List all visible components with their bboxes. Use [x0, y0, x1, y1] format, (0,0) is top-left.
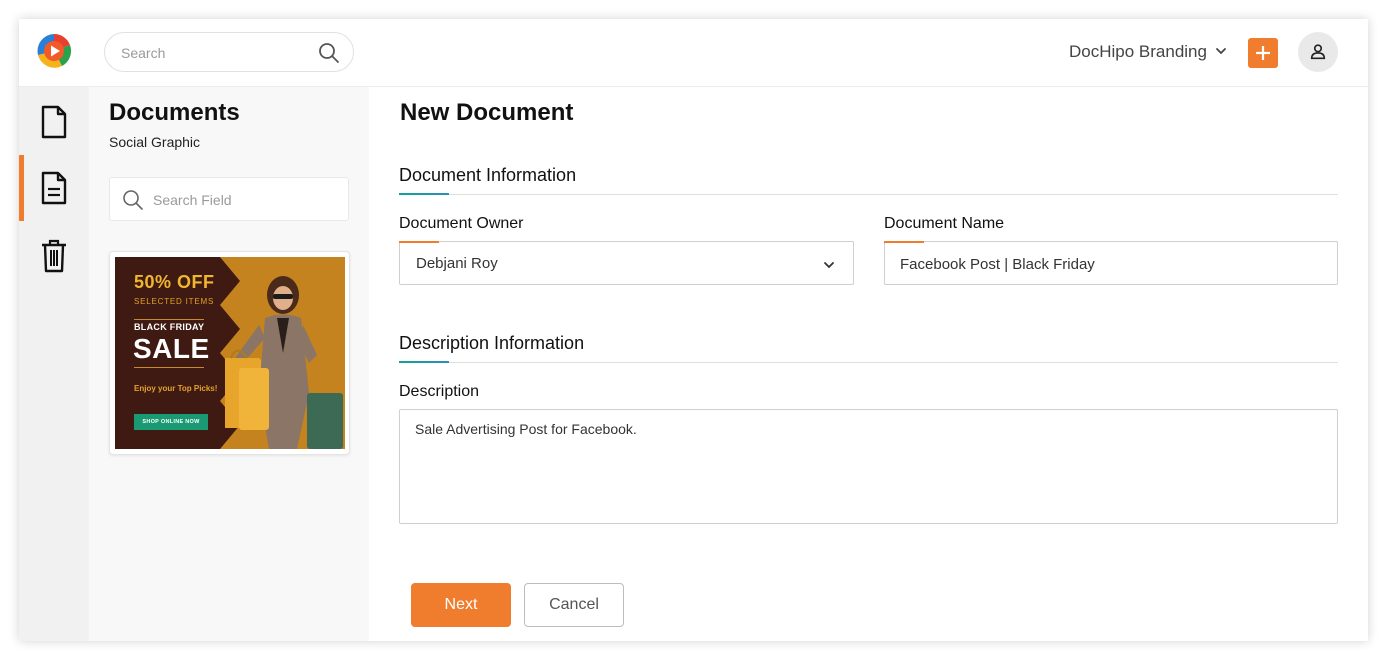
trash-icon: [42, 239, 66, 273]
thumbnail-cta: SHOP ONLINE NOW: [134, 414, 208, 430]
thumbnail-tagline: Enjoy your Top Picks!: [134, 384, 218, 393]
top-bar: DocHipo Branding: [19, 19, 1368, 87]
rail-item-documents[interactable]: [19, 89, 89, 155]
section-title: Document Information: [399, 165, 577, 185]
app-window: DocHipo Branding: [19, 19, 1368, 641]
panel-subtitle: Social Graphic: [109, 134, 201, 150]
owner-value: Debjani Roy: [416, 255, 498, 272]
user-icon: [1310, 44, 1326, 60]
next-button[interactable]: Next: [411, 583, 511, 627]
search-input[interactable]: [121, 42, 311, 64]
thumbnail-subline: SELECTED ITEMS: [134, 297, 215, 306]
thumbnail-tag: BLACK FRIDAY: [134, 322, 205, 332]
description-field: Sale Advertising Post for Facebook.: [399, 409, 1338, 524]
shopper-illustration: [223, 263, 345, 449]
new-document-form: New Document Document Information Docume…: [369, 87, 1368, 641]
document-owner-select[interactable]: Debjani Roy: [399, 241, 854, 285]
document-icon: [41, 105, 67, 139]
thumbnail-big-text: SALE: [133, 333, 210, 364]
owner-label: Document Owner: [399, 215, 524, 232]
rail-item-trash[interactable]: [19, 223, 89, 289]
search-icon[interactable]: [318, 42, 340, 64]
page-title: New Document: [400, 99, 574, 126]
workspace-dropdown[interactable]: DocHipo Branding: [1069, 41, 1227, 63]
chevron-down-icon: [823, 258, 835, 270]
documents-panel: Documents Social Graphic Search Field 50…: [89, 87, 369, 641]
rail-item-templates[interactable]: [19, 155, 89, 221]
section-document-information: Document Information: [399, 165, 1338, 195]
section-title: Description Information: [399, 333, 585, 353]
document-thumbnail-card[interactable]: 50% OFF SELECTED ITEMS BLACK FRIDAY SALE…: [109, 251, 350, 455]
section-description-information: Description Information: [399, 333, 1338, 363]
description-label: Description: [399, 383, 480, 400]
workspace-name: DocHipo Branding: [1069, 42, 1207, 61]
dochipo-logo-icon[interactable]: [35, 32, 73, 70]
document-lines-icon: [41, 171, 67, 205]
cancel-button[interactable]: Cancel: [524, 583, 624, 627]
top-search-bar: [104, 32, 354, 72]
document-name-field: [884, 241, 1338, 285]
search-field-input[interactable]: [153, 189, 333, 211]
add-button[interactable]: [1248, 38, 1278, 68]
plus-icon: [1256, 46, 1270, 60]
document-thumbnail: 50% OFF SELECTED ITEMS BLACK FRIDAY SALE…: [115, 257, 345, 449]
search-icon: [122, 189, 144, 211]
panel-title: Documents: [109, 99, 240, 126]
name-label: Document Name: [884, 215, 1005, 232]
avatar[interactable]: [1298, 32, 1338, 72]
chevron-down-icon: [1215, 42, 1227, 62]
field-search-box: [109, 177, 349, 221]
thumbnail-headline: 50% OFF: [134, 272, 215, 292]
icon-rail: [19, 87, 89, 641]
description-textarea[interactable]: Sale Advertising Post for Facebook.: [415, 421, 1320, 511]
document-name-input[interactable]: [900, 253, 1320, 275]
